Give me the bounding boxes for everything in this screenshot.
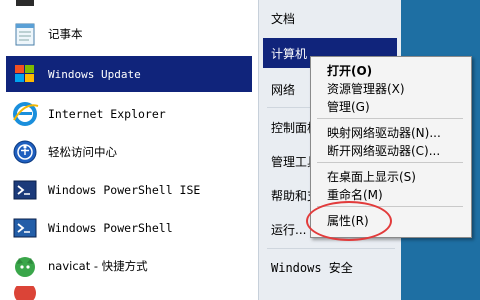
link-windows-security[interactable]: Windows 安全	[263, 252, 397, 282]
program-item-notepad[interactable]: 记事本	[6, 16, 252, 52]
menu-item-label: 管理(G)	[327, 99, 370, 114]
menu-item-open[interactable]: 打开(O)	[314, 61, 466, 79]
program-label: Windows Update	[48, 67, 141, 81]
menu-separator	[317, 162, 463, 163]
program-item-powershell[interactable]: Windows PowerShell	[6, 210, 252, 246]
menu-item-disconnect-drive[interactable]: 断开网络驱动器(C)...	[314, 141, 466, 159]
chrome-icon	[10, 286, 40, 300]
link-label: 网络	[271, 82, 296, 97]
menu-item-label: 资源管理器(X)	[327, 81, 405, 96]
program-label: navicat - 快捷方式	[48, 259, 148, 273]
link-label: Windows 安全	[271, 260, 353, 275]
menu-item-label: 断开网络驱动器(C)...	[327, 143, 441, 158]
powershell-icon	[10, 213, 40, 243]
link-label: 运行...	[271, 222, 307, 237]
program-item-ease-of-access[interactable]: 轻松访问中心	[6, 134, 252, 170]
program-item-partial[interactable]	[6, 0, 252, 12]
program-list: 记事本 Windows Update Internet Explorer 轻松访…	[0, 0, 259, 300]
divider	[267, 248, 395, 249]
ease-of-access-icon	[10, 137, 40, 167]
menu-item-label: 映射网络驱动器(N)...	[327, 125, 441, 140]
program-label: Windows PowerShell	[48, 221, 173, 235]
highlight-circle	[306, 201, 392, 241]
menu-item-explorer[interactable]: 资源管理器(X)	[314, 79, 466, 97]
program-item-partial-bottom[interactable]	[6, 286, 252, 300]
menu-item-rename[interactable]: 重命名(M)	[314, 185, 466, 203]
program-label: 轻松访问中心	[48, 145, 117, 159]
menu-item-manage[interactable]: 管理(G)	[314, 97, 466, 115]
menu-item-label: 重命名(M)	[327, 187, 383, 202]
ie-icon	[10, 99, 40, 129]
menu-item-map-drive[interactable]: 映射网络驱动器(N)...	[314, 123, 466, 141]
program-item-powershell-ise[interactable]: Windows PowerShell ISE	[6, 172, 252, 208]
powershell-ise-icon	[10, 175, 40, 205]
menu-item-label: 打开(O)	[327, 63, 373, 78]
navicat-icon	[10, 251, 40, 281]
menu-item-label: 在桌面上显示(S)	[327, 169, 416, 184]
program-label: Windows PowerShell ISE	[48, 183, 201, 197]
program-item-internet-explorer[interactable]: Internet Explorer	[6, 96, 252, 132]
link-documents[interactable]: 文档	[263, 3, 397, 33]
link-label: 文档	[271, 11, 296, 26]
windows-update-icon	[10, 59, 40, 89]
program-item-navicat[interactable]: navicat - 快捷方式	[6, 248, 252, 284]
program-item-windows-update[interactable]: Windows Update	[6, 56, 252, 92]
app-icon	[10, 0, 40, 12]
link-label: 计算机	[271, 46, 308, 61]
program-label: Internet Explorer	[48, 107, 166, 121]
menu-item-show-on-desktop[interactable]: 在桌面上显示(S)	[314, 167, 466, 185]
program-label: 记事本	[48, 27, 83, 41]
notepad-icon	[10, 19, 40, 49]
menu-separator	[317, 118, 463, 119]
